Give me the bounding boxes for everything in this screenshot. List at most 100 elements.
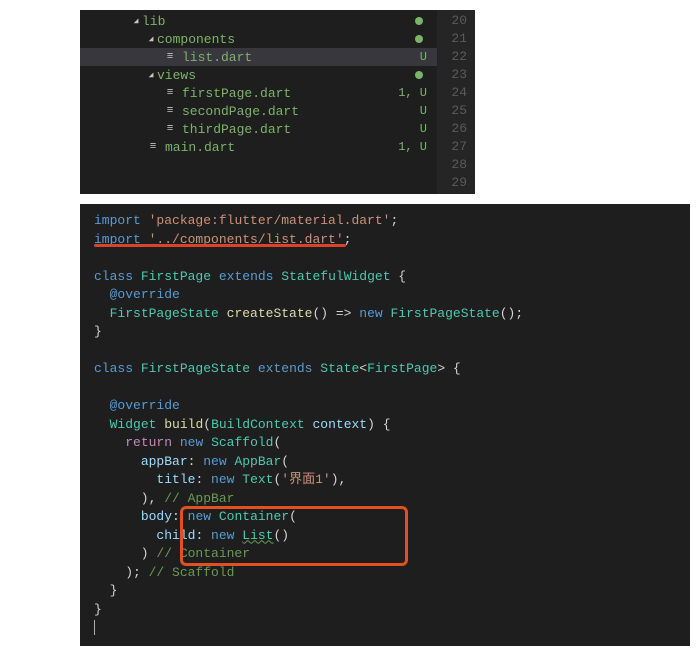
code-token: // AppBar <box>164 491 234 506</box>
code-token: ( <box>273 435 281 450</box>
folder-item[interactable]: ◢views <box>80 66 437 84</box>
code-token: FirstPage <box>141 269 211 284</box>
code-token <box>94 454 141 469</box>
file-item[interactable]: ≡main.dart1, U <box>80 138 437 156</box>
code-line[interactable]: return new Scaffold( <box>80 434 690 453</box>
code-line[interactable]: ); // Scaffold <box>80 564 690 583</box>
code-line[interactable]: FirstPageState createState() => new Firs… <box>80 305 690 324</box>
line-number: 27 <box>437 138 467 156</box>
code-token: appBar <box>141 454 188 469</box>
code-token: '界面1' <box>281 472 330 487</box>
code-token <box>94 528 156 543</box>
code-token: createState <box>227 306 313 321</box>
folder-item[interactable]: ◢components <box>80 30 437 48</box>
file-item[interactable]: ≡thirdPage.dartU <box>80 120 437 138</box>
code-token: Widget <box>110 417 157 432</box>
code-token: { <box>391 269 407 284</box>
code-token: > { <box>437 361 460 376</box>
folder-item[interactable]: ◢lib <box>80 12 437 30</box>
code-token: Scaffold <box>211 435 273 450</box>
annotation-redline-import <box>94 244 346 247</box>
code-line[interactable] <box>80 379 690 398</box>
code-token: @override <box>110 287 180 302</box>
code-token: ) { <box>367 417 390 432</box>
code-token <box>172 435 180 450</box>
code-token <box>203 435 211 450</box>
tree-item-label: main.dart <box>165 140 392 155</box>
file-tree: ◢lib◢components≡list.dartU◢views≡firstPa… <box>80 10 437 194</box>
code-line[interactable] <box>80 342 690 361</box>
code-line[interactable]: appBar: new AppBar( <box>80 453 690 472</box>
code-token: (); <box>500 306 523 321</box>
code-token <box>211 269 219 284</box>
git-status-dot <box>415 35 423 43</box>
code-token: return <box>125 435 172 450</box>
code-token: extends <box>219 269 274 284</box>
tree-item-label: views <box>157 68 415 83</box>
code-token: class <box>94 361 133 376</box>
git-status-dot <box>415 71 423 79</box>
code-token: ( <box>203 417 211 432</box>
code-token: ), <box>94 491 164 506</box>
code-token <box>133 269 141 284</box>
code-token: body <box>141 509 172 524</box>
code-token <box>94 509 141 524</box>
file-icon: ≡ <box>162 123 178 135</box>
code-line[interactable]: @override <box>80 286 690 305</box>
code-line[interactable]: } <box>80 582 690 601</box>
code-line[interactable]: title: new Text('界面1'), <box>80 471 690 490</box>
code-line[interactable]: } <box>80 601 690 620</box>
file-icon: ≡ <box>162 105 178 117</box>
code-token: FirstPageState <box>110 306 219 321</box>
text-cursor <box>94 620 95 635</box>
code-token: ), <box>331 472 347 487</box>
line-number: 25 <box>437 102 467 120</box>
code-token: : <box>195 472 211 487</box>
code-token: ; <box>390 213 398 228</box>
code-line[interactable]: class FirstPage extends StatefulWidget { <box>80 268 690 287</box>
tree-item-label: list.dart <box>182 50 414 65</box>
chevron-down-icon: ◢ <box>145 34 157 44</box>
file-icon: ≡ <box>162 87 178 99</box>
code-token <box>305 417 313 432</box>
file-item[interactable]: ≡firstPage.dart1, U <box>80 84 437 102</box>
code-line[interactable] <box>80 249 690 268</box>
line-number: 21 <box>437 30 467 48</box>
code-token: FirstPageState <box>391 306 500 321</box>
code-token: ( <box>281 454 289 469</box>
tree-item-label: components <box>157 32 415 47</box>
code-line[interactable]: import 'package:flutter/material.dart'; <box>80 212 690 231</box>
code-line[interactable]: Widget build(BuildContext context) { <box>80 416 690 435</box>
file-explorer-panel: ◢lib◢components≡list.dartU◢views≡firstPa… <box>80 10 475 194</box>
code-token: build <box>164 417 203 432</box>
code-token: AppBar <box>234 454 281 469</box>
code-token <box>141 213 149 228</box>
code-token: } <box>94 602 102 617</box>
code-line[interactable]: @override <box>80 397 690 416</box>
code-token: // Scaffold <box>149 565 235 580</box>
git-status-dot <box>415 17 423 25</box>
code-token: } <box>94 583 117 598</box>
code-token <box>133 361 141 376</box>
line-number: 23 <box>437 66 467 84</box>
code-token: ) <box>94 546 156 561</box>
line-number: 26 <box>437 120 467 138</box>
git-status-badge: U <box>420 122 427 136</box>
code-token <box>250 361 258 376</box>
file-icon: ≡ <box>162 51 178 63</box>
code-editor[interactable]: import 'package:flutter/material.dart';i… <box>80 204 690 646</box>
code-token: : <box>188 454 204 469</box>
tree-item-label: secondPage.dart <box>182 104 414 119</box>
code-token: title <box>156 472 195 487</box>
line-number: 22 <box>437 48 467 66</box>
code-line[interactable]: } <box>80 323 690 342</box>
code-line[interactable] <box>80 619 690 638</box>
file-item[interactable]: ≡list.dartU <box>80 48 437 66</box>
code-token <box>383 306 391 321</box>
code-token <box>94 435 125 450</box>
code-token: () => <box>312 306 359 321</box>
code-line[interactable]: class FirstPageState extends State<First… <box>80 360 690 379</box>
line-number: 20 <box>437 12 467 30</box>
code-token: class <box>94 269 133 284</box>
file-item[interactable]: ≡secondPage.dartU <box>80 102 437 120</box>
